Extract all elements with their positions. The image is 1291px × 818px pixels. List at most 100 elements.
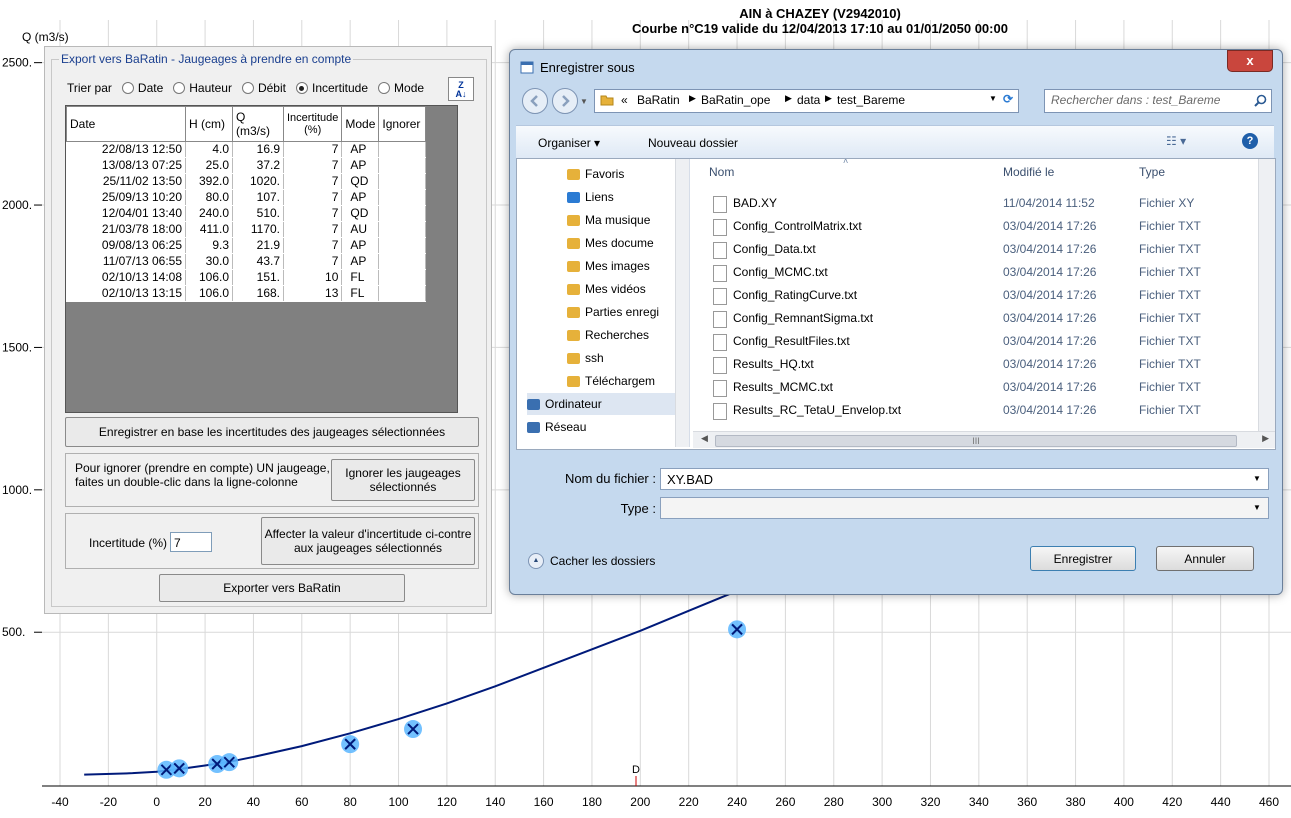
cell-discharge[interactable]: 151. bbox=[232, 269, 284, 286]
table-row[interactable]: 02/10/13 14:08 106.0 151. 10 FL bbox=[66, 269, 427, 286]
cell-date[interactable]: 11/07/13 06:55 bbox=[66, 253, 186, 270]
gauging-grid[interactable]: Date H (cm) Q (m3/s) Incertitude (%) Mod… bbox=[65, 105, 458, 413]
back-button[interactable] bbox=[522, 88, 548, 114]
export-baratin-button[interactable]: Exporter vers BaRatin bbox=[159, 574, 405, 602]
cell-height[interactable]: 80.0 bbox=[185, 189, 233, 206]
sort-option-mode[interactable]: Mode bbox=[394, 81, 424, 95]
file-row[interactable]: Results_HQ.txt 03/04/2014 17:26 Fichier TX… bbox=[713, 354, 1263, 376]
file-list[interactable]: Nom Modifié le Type ˄ BAD.XY 11/04/2014 1… bbox=[693, 159, 1263, 431]
cell-uncertainty[interactable]: 10 bbox=[283, 269, 343, 286]
cell-discharge[interactable]: 43.7 bbox=[232, 253, 284, 270]
tree-item-ssh[interactable]: ssh bbox=[567, 347, 604, 369]
cell-date[interactable]: 21/03/78 18:00 bbox=[66, 221, 186, 238]
cell-ignore[interactable] bbox=[378, 173, 427, 190]
sort-radio-mode[interactable] bbox=[378, 82, 391, 94]
cell-mode[interactable]: AP bbox=[341, 157, 380, 174]
file-list-scrollbar[interactable] bbox=[1258, 159, 1275, 431]
sort-radio-height[interactable] bbox=[173, 82, 186, 94]
cell-mode[interactable]: AP bbox=[341, 141, 380, 158]
cell-ignore[interactable] bbox=[378, 141, 427, 158]
assign-uncertainty-button[interactable]: Affecter la valeur d'incertitude ci-cont… bbox=[261, 517, 475, 565]
cell-height[interactable]: 4.0 bbox=[185, 141, 233, 158]
filename-dropdown-icon[interactable]: ▼ bbox=[1253, 474, 1261, 483]
cell-uncertainty[interactable]: 7 bbox=[283, 221, 343, 238]
tree-item-favoris[interactable]: Favoris bbox=[567, 163, 624, 185]
cell-uncertainty[interactable]: 7 bbox=[283, 173, 343, 190]
tree-scrollbar[interactable] bbox=[675, 159, 689, 447]
file-row[interactable]: Config_ControlMatrix.txt 03/04/2014 17:26… bbox=[713, 216, 1263, 238]
cell-ignore[interactable] bbox=[378, 221, 427, 238]
sort-option-discharge[interactable]: Débit bbox=[258, 81, 286, 95]
type-select[interactable] bbox=[660, 497, 1269, 519]
save-button[interactable]: Enregistrer bbox=[1030, 546, 1136, 571]
cell-ignore[interactable] bbox=[378, 189, 427, 206]
cell-ignore[interactable] bbox=[378, 237, 427, 254]
organize-menu[interactable]: Organiser ▾ bbox=[538, 136, 600, 150]
cell-discharge[interactable]: 16.9 bbox=[232, 141, 284, 158]
table-row[interactable]: 11/07/13 06:55 30.0 43.7 7 AP bbox=[66, 253, 427, 270]
cell-uncertainty[interactable]: 7 bbox=[283, 189, 343, 206]
header-modified[interactable]: Modifié le bbox=[1003, 165, 1054, 179]
col-discharge[interactable]: Q (m3/s) bbox=[232, 106, 284, 142]
close-button[interactable]: x bbox=[1227, 50, 1273, 72]
view-options-icon[interactable]: ☷ ▾ bbox=[1166, 134, 1186, 148]
cell-mode[interactable]: QD bbox=[341, 173, 380, 190]
cell-date[interactable]: 02/10/13 14:08 bbox=[66, 269, 186, 286]
forward-button[interactable] bbox=[552, 88, 578, 114]
cell-height[interactable]: 411.0 bbox=[185, 221, 233, 238]
cell-height[interactable]: 392.0 bbox=[185, 173, 233, 190]
cell-mode[interactable]: FL bbox=[341, 269, 380, 286]
breadcrumb-chevron[interactable]: « bbox=[621, 93, 628, 107]
cell-discharge[interactable]: 1020. bbox=[232, 173, 284, 190]
sort-option-height[interactable]: Hauteur bbox=[189, 81, 232, 95]
tree-item-recherches[interactable]: Recherches bbox=[567, 324, 649, 346]
cell-date[interactable]: 02/10/13 13:15 bbox=[66, 285, 186, 302]
breadcrumb-baratin-ope[interactable]: BaRatin_ope bbox=[701, 93, 770, 107]
cell-uncertainty[interactable]: 13 bbox=[283, 285, 343, 302]
hide-folders-toggle[interactable]: ▲ Cacher les dossiers bbox=[528, 553, 655, 569]
file-row[interactable]: BAD.XY 11/04/2014 11:52 Fichier XY bbox=[713, 193, 1263, 215]
cell-date[interactable]: 25/11/02 13:50 bbox=[66, 173, 186, 190]
cell-date[interactable]: 13/08/13 07:25 bbox=[66, 157, 186, 174]
cell-discharge[interactable]: 37.2 bbox=[232, 157, 284, 174]
sort-order-button[interactable]: Z A↓ bbox=[448, 77, 474, 101]
cancel-button[interactable]: Annuler bbox=[1156, 546, 1254, 571]
scroll-left-icon[interactable]: ◀ bbox=[701, 433, 708, 444]
cell-height[interactable]: 25.0 bbox=[185, 157, 233, 174]
tree-item-r-seau[interactable]: Réseau bbox=[527, 416, 586, 438]
cell-ignore[interactable] bbox=[378, 285, 427, 302]
tree-item-t-l-chargem[interactable]: Téléchargem bbox=[567, 370, 655, 392]
history-dropdown-icon[interactable]: ▼ bbox=[580, 97, 588, 106]
address-dropdown-icon[interactable]: ▼ bbox=[989, 94, 997, 103]
col-mode[interactable]: Mode bbox=[341, 106, 380, 142]
table-row[interactable]: 25/11/02 13:50 392.0 1020. 7 QD bbox=[66, 173, 427, 190]
cell-height[interactable]: 30.0 bbox=[185, 253, 233, 270]
address-bar[interactable]: « BaRatin ▶ BaRatin_ope ▶ data ▶ test_Ba… bbox=[594, 89, 1019, 113]
cell-height[interactable]: 240.0 bbox=[185, 205, 233, 222]
save-uncertainties-button[interactable]: Enregistrer en base les incertitudes des… bbox=[65, 417, 479, 447]
col-height[interactable]: H (cm) bbox=[185, 106, 233, 142]
file-row[interactable]: Config_MCMC.txt 03/04/2014 17:26 Fichier T… bbox=[713, 262, 1263, 284]
table-row[interactable]: 22/08/13 12:50 4.0 16.9 7 AP bbox=[66, 141, 427, 158]
cell-discharge[interactable]: 1170. bbox=[232, 221, 284, 238]
uncertainty-input[interactable]: 7 bbox=[170, 532, 212, 552]
table-row[interactable]: 13/08/13 07:25 25.0 37.2 7 AP bbox=[66, 157, 427, 174]
cell-discharge[interactable]: 510. bbox=[232, 205, 284, 222]
col-ignore[interactable]: Ignorer bbox=[378, 106, 427, 142]
tree-item-mes-vid-os[interactable]: Mes vidéos bbox=[567, 278, 646, 300]
cell-date[interactable]: 25/09/13 10:20 bbox=[66, 189, 186, 206]
breadcrumb-baratin[interactable]: BaRatin bbox=[637, 93, 680, 107]
scroll-thumb[interactable]: III bbox=[715, 435, 1237, 447]
cell-height[interactable]: 106.0 bbox=[185, 285, 233, 302]
sort-radio-date[interactable] bbox=[121, 82, 134, 94]
col-date[interactable]: Date bbox=[66, 106, 186, 142]
sort-option-uncertainty[interactable]: Incertitude bbox=[312, 81, 368, 95]
cell-uncertainty[interactable]: 7 bbox=[283, 141, 343, 158]
sort-radio-discharge[interactable] bbox=[241, 82, 254, 94]
file-row[interactable]: Config_RatingCurve.txt 03/04/2014 17:26 Fi… bbox=[713, 285, 1263, 307]
table-row[interactable]: 21/03/78 18:00 411.0 1170. 7 AU bbox=[66, 221, 427, 238]
scroll-right-icon[interactable]: ▶ bbox=[1262, 433, 1269, 444]
file-row[interactable]: Results_RC_TetaU_Envelop.txt 03/04/2014 1… bbox=[713, 400, 1263, 422]
file-row[interactable]: Config_RemnantSigma.txt 03/04/2014 17:26 F… bbox=[713, 308, 1263, 330]
cell-mode[interactable]: AP bbox=[341, 237, 380, 254]
